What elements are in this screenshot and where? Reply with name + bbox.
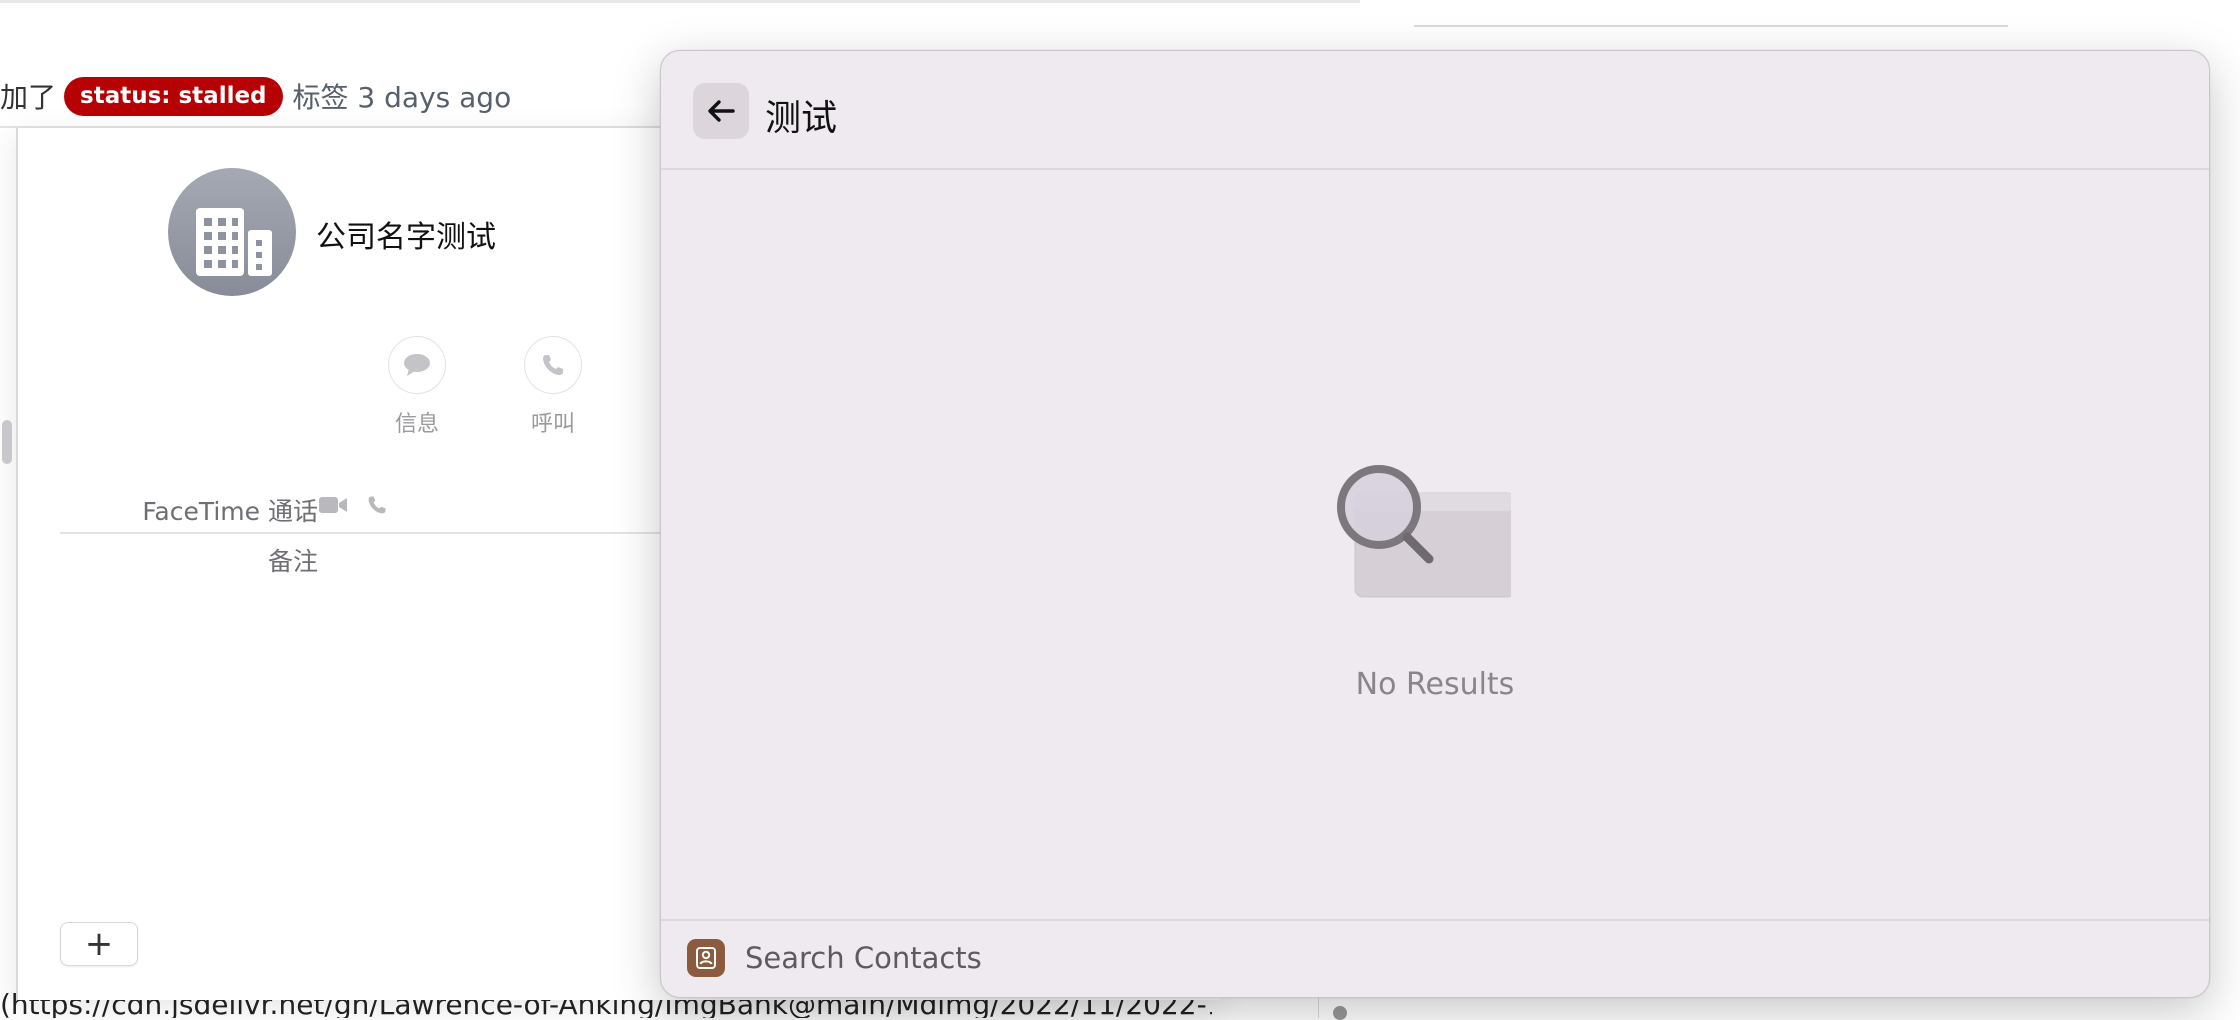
popover-header: 测试 bbox=[661, 51, 2209, 170]
phone-icon[interactable] bbox=[366, 494, 388, 516]
note-field-label[interactable]: 备注 bbox=[268, 542, 318, 578]
building-icon bbox=[196, 208, 272, 276]
resize-handle[interactable] bbox=[2, 420, 12, 464]
search-query-title: 测试 bbox=[765, 98, 838, 139]
company-name: 公司名字测试 bbox=[316, 220, 496, 255]
no-results-text: No Results bbox=[1355, 667, 1515, 702]
message-bubble-icon bbox=[404, 354, 430, 376]
message-action[interactable]: 信息 bbox=[377, 336, 457, 438]
contacts-search-popover: 测试 No Results Search Contacts bbox=[660, 50, 2210, 998]
phone-icon bbox=[543, 355, 563, 375]
back-button[interactable] bbox=[693, 83, 749, 139]
top-divider-right bbox=[1414, 25, 2008, 27]
add-field-button[interactable]: + bbox=[60, 922, 138, 966]
top-divider bbox=[0, 0, 1360, 3]
contacts-app-icon bbox=[687, 939, 725, 977]
event-suffix: 标签 3 days ago bbox=[292, 81, 512, 114]
no-results-magnifier-icon bbox=[1337, 465, 1511, 598]
message-action-button[interactable] bbox=[388, 336, 446, 394]
status-label-badge[interactable]: status: stalled bbox=[64, 76, 283, 116]
call-action-label: 呼叫 bbox=[530, 412, 575, 437]
call-action[interactable]: 呼叫 bbox=[513, 336, 593, 438]
call-action-button[interactable] bbox=[524, 336, 582, 394]
video-camera-icon[interactable] bbox=[318, 495, 348, 515]
facetime-field-label: FaceTime 通话 bbox=[142, 497, 318, 526]
event-prefix: 加了 bbox=[0, 81, 57, 114]
timeline-label-event: 加了 status: stalled 标签 3 days ago bbox=[0, 76, 511, 116]
search-contacts-label[interactable]: Search Contacts bbox=[745, 941, 982, 975]
message-action-label: 信息 bbox=[394, 412, 439, 437]
search-contacts-row[interactable]: Search Contacts bbox=[661, 919, 2209, 997]
company-avatar bbox=[168, 168, 296, 296]
facetime-buttons bbox=[318, 494, 388, 516]
arrow-left-icon bbox=[708, 100, 735, 122]
